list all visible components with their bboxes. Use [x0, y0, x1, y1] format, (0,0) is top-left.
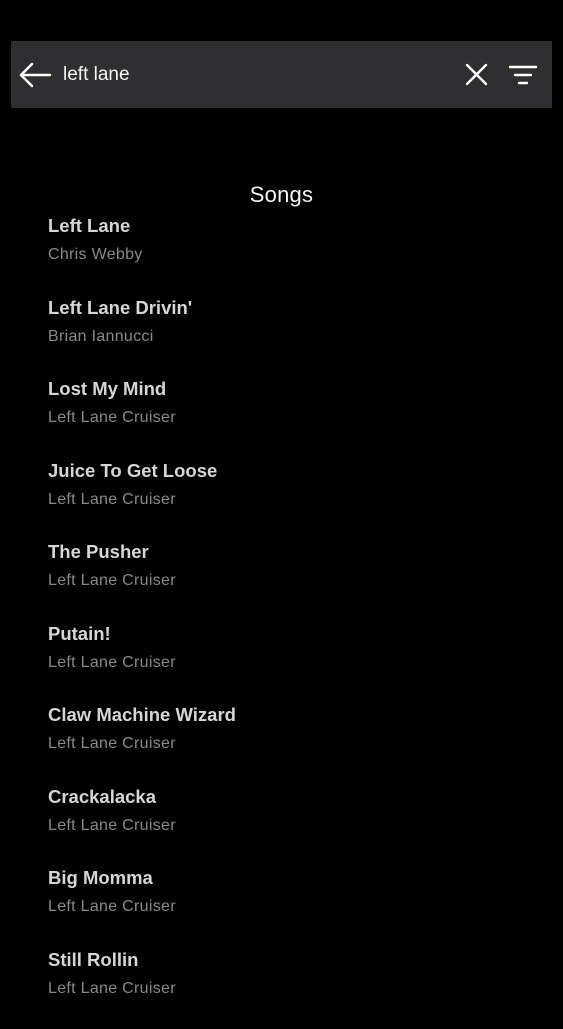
song-title: Left Lane — [48, 214, 528, 238]
song-artist: Left Lane Cruiser — [48, 816, 528, 836]
arrow-left-icon — [17, 58, 53, 92]
song-artist: Left Lane Cruiser — [48, 897, 528, 917]
song-list-item[interactable]: Crackalacka Left Lane Cruiser — [48, 785, 528, 867]
song-title: Crackalacka — [48, 785, 528, 809]
song-artist: Left Lane Cruiser — [48, 408, 528, 428]
song-list-item[interactable]: Left Lane Chris Webby — [48, 214, 528, 296]
clear-search-button[interactable] — [463, 61, 490, 88]
song-title: Claw Machine Wizard — [48, 703, 528, 727]
song-list-item[interactable]: Putain! Left Lane Cruiser — [48, 622, 528, 704]
song-list-item[interactable]: Big Momma Left Lane Cruiser — [48, 866, 528, 948]
song-list-item[interactable]: Left Lane Drivin' Brian Iannucci — [48, 296, 528, 378]
song-title: Still Rollin — [48, 948, 528, 972]
song-list-item[interactable]: Claw Machine Wizard Left Lane Cruiser — [48, 703, 528, 785]
song-artist: Chris Webby — [48, 245, 528, 265]
filter-button[interactable] — [509, 63, 537, 87]
song-artist: Left Lane Cruiser — [48, 734, 528, 754]
song-artist: Left Lane Cruiser — [48, 653, 528, 673]
song-artist: Left Lane Cruiser — [48, 979, 528, 999]
song-title: Big Momma — [48, 866, 528, 890]
search-input[interactable] — [63, 61, 443, 89]
song-list-item[interactable]: Still Rollin Left Lane Cruiser — [48, 948, 528, 1029]
song-title: Juice To Get Loose — [48, 459, 528, 483]
back-button[interactable] — [17, 58, 53, 92]
section-title: Songs — [0, 182, 563, 208]
song-list-item[interactable]: Lost My Mind Left Lane Cruiser — [48, 377, 528, 459]
song-artist: Left Lane Cruiser — [48, 571, 528, 591]
song-artist: Brian Iannucci — [48, 327, 528, 347]
song-list: Left Lane Chris Webby Left Lane Drivin' … — [48, 214, 528, 1029]
filter-icon — [509, 63, 537, 87]
song-title: The Pusher — [48, 540, 528, 564]
song-title: Putain! — [48, 622, 528, 646]
song-list-item[interactable]: The Pusher Left Lane Cruiser — [48, 540, 528, 622]
search-bar — [11, 41, 552, 108]
song-title: Left Lane Drivin' — [48, 296, 528, 320]
close-icon — [463, 61, 490, 88]
song-list-item[interactable]: Juice To Get Loose Left Lane Cruiser — [48, 459, 528, 541]
song-artist: Left Lane Cruiser — [48, 490, 528, 510]
song-title: Lost My Mind — [48, 377, 528, 401]
